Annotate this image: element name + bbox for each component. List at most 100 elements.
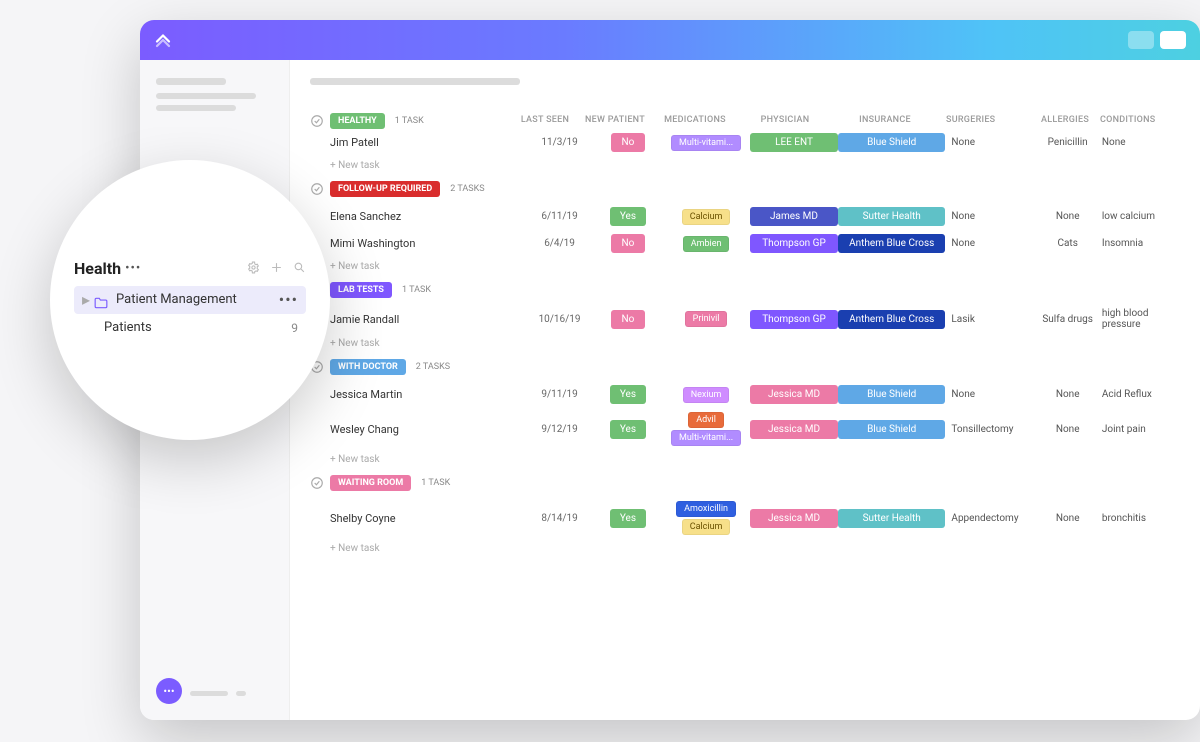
physician-pill[interactable]: Jessica MD bbox=[750, 385, 838, 404]
main-content: HEALTHY 1 TASK LAST SEENNEW PATIENTMEDICAT… bbox=[290, 60, 1200, 720]
cell-surgeries: Tonsillectomy bbox=[945, 424, 1033, 435]
cell-last-seen: 6/11/19 bbox=[525, 211, 593, 222]
chat-fab-button[interactable]: ••• bbox=[156, 678, 182, 704]
task-count: 1 TASK bbox=[421, 478, 450, 488]
task-count: 1 TASK bbox=[395, 116, 424, 126]
medication-tag[interactable]: Multi-vitami... bbox=[671, 430, 741, 446]
physician-pill[interactable]: Jessica MD bbox=[750, 509, 838, 528]
cell-allergies: None bbox=[1033, 424, 1101, 435]
sidebar-item-patient-management[interactable]: ▸ Patient Management ••• bbox=[74, 286, 306, 314]
placeholder bbox=[156, 93, 256, 99]
space-title[interactable]: Health bbox=[74, 259, 121, 278]
patient-name[interactable]: Jamie Randall bbox=[310, 313, 525, 326]
status-badge[interactable]: FOLLOW-UP REQUIRED bbox=[330, 181, 440, 197]
titlebar bbox=[140, 20, 1200, 60]
table-row[interactable]: Wesley Chang9/12/19YesAdvilMulti-vitami.… bbox=[310, 408, 1180, 450]
medication-tag[interactable]: Ambien bbox=[683, 236, 730, 252]
gear-icon[interactable] bbox=[247, 259, 260, 278]
medication-tag[interactable]: Calcium bbox=[682, 209, 731, 225]
table-row[interactable]: Jim Patell11/3/19NoMulti-vitami...LEE EN… bbox=[310, 129, 1180, 156]
insurance-pill[interactable]: Blue Shield bbox=[838, 385, 945, 404]
cell-allergies: Sulfa drugs bbox=[1033, 314, 1101, 325]
search-icon[interactable] bbox=[293, 259, 306, 278]
insurance-pill[interactable]: Sutter Health bbox=[838, 207, 945, 226]
new-patient-pill[interactable]: No bbox=[611, 133, 645, 152]
sidebar-item-patients[interactable]: Patients 9 bbox=[74, 314, 306, 342]
table-row[interactable]: Elena Sanchez6/11/19 Yes Calcium James MDSu… bbox=[310, 203, 1180, 230]
physician-pill[interactable]: Jessica MD bbox=[750, 420, 838, 439]
window-maximize-button[interactable] bbox=[1160, 31, 1186, 49]
patient-name[interactable]: Wesley Chang bbox=[310, 423, 525, 436]
patient-name[interactable]: Shelby Coyne bbox=[310, 512, 525, 525]
new-patient-pill[interactable]: Yes bbox=[610, 420, 646, 439]
new-task-button[interactable]: + New task bbox=[310, 454, 1180, 465]
status-badge[interactable]: LAB TESTS bbox=[330, 282, 392, 298]
status-badge[interactable]: HEALTHY bbox=[330, 113, 385, 129]
more-icon[interactable]: ••• bbox=[279, 290, 298, 309]
patient-name[interactable]: Jessica Martin bbox=[310, 388, 525, 401]
placeholder bbox=[190, 691, 246, 696]
cell-conditions: Insomnia bbox=[1102, 238, 1180, 249]
status-group: LAB TESTS 1 TASK Jamie Randall10/16/19 No Pr… bbox=[310, 282, 1180, 349]
cell-surgeries: Appendectomy bbox=[945, 513, 1033, 524]
new-patient-pill[interactable]: Yes bbox=[610, 385, 646, 404]
new-patient-pill[interactable]: No bbox=[611, 310, 645, 329]
cell-conditions: None bbox=[1102, 137, 1180, 148]
medication-tag[interactable]: Nexium bbox=[683, 387, 730, 403]
patient-name[interactable]: Jim Patell bbox=[310, 136, 525, 149]
cell-allergies: None bbox=[1033, 513, 1101, 524]
new-patient-pill[interactable]: No bbox=[611, 234, 645, 253]
medication-tag[interactable]: Advil bbox=[688, 412, 724, 428]
medication-tag[interactable]: Multi-vitami... bbox=[671, 135, 741, 151]
patient-name[interactable]: Mimi Washington bbox=[310, 237, 525, 250]
physician-pill[interactable]: Thompson GP bbox=[750, 310, 838, 329]
insurance-pill[interactable]: Sutter Health bbox=[838, 509, 945, 528]
insurance-pill[interactable]: Anthem Blue Cross bbox=[838, 234, 945, 253]
folder-icon bbox=[94, 294, 108, 306]
medication-tag[interactable]: Prinivil bbox=[685, 311, 728, 327]
insurance-pill[interactable]: Anthem Blue Cross bbox=[838, 310, 945, 329]
plus-icon[interactable] bbox=[270, 259, 283, 278]
app-logo-icon bbox=[154, 31, 172, 49]
new-patient-pill[interactable]: Yes bbox=[610, 509, 646, 528]
chevron-right-icon: ▸ bbox=[82, 290, 90, 309]
window-minimize-button[interactable] bbox=[1128, 31, 1154, 49]
status-badge[interactable]: WITH DOCTOR bbox=[330, 359, 406, 375]
list-label: Patients bbox=[104, 320, 152, 335]
collapse-icon[interactable] bbox=[310, 476, 324, 490]
cell-last-seen: 10/16/19 bbox=[525, 314, 593, 325]
column-headers: LAST SEENNEW PATIENTMEDICATIONSPHYSICIAN… bbox=[510, 115, 1180, 125]
medication-tag[interactable]: Amoxicillin bbox=[676, 501, 736, 517]
medication-tag[interactable]: Calcium bbox=[682, 519, 731, 535]
cell-medications: Prinivil bbox=[662, 311, 750, 327]
status-group: FOLLOW-UP REQUIRED2 TASKSElena Sanchez6/… bbox=[310, 181, 1180, 272]
new-task-button[interactable]: + New task bbox=[310, 543, 1180, 554]
table-row[interactable]: Jamie Randall10/16/19 No Prinivil Thompson … bbox=[310, 304, 1180, 334]
collapse-icon[interactable] bbox=[310, 114, 324, 128]
status-group: WAITING ROOM1 TASKShelby Coyne8/14/19Yes… bbox=[310, 475, 1180, 554]
task-count: 1 TASK bbox=[402, 285, 431, 295]
cell-allergies: Penicillin bbox=[1033, 137, 1101, 148]
table-row[interactable]: Shelby Coyne8/14/19YesAmoxicillinCalcium… bbox=[310, 497, 1180, 539]
table-row[interactable]: Jessica Martin9/11/19YesNexiumJessica MD… bbox=[310, 381, 1180, 408]
physician-pill[interactable]: Thompson GP bbox=[750, 234, 838, 253]
placeholder bbox=[310, 78, 520, 85]
new-task-button[interactable]: + New task bbox=[310, 160, 1180, 171]
more-icon[interactable]: ••• bbox=[125, 261, 141, 276]
physician-pill[interactable]: James MD bbox=[750, 207, 838, 226]
physician-pill[interactable]: LEE ENT bbox=[750, 133, 838, 152]
status-badge[interactable]: WAITING ROOM bbox=[330, 475, 411, 491]
new-task-button[interactable]: + New task bbox=[310, 338, 1180, 349]
list-count: 9 bbox=[291, 321, 298, 335]
new-task-button[interactable]: + New task bbox=[310, 261, 1180, 272]
table-row[interactable]: Mimi Washington6/4/19NoAmbienThompson GP… bbox=[310, 230, 1180, 257]
collapse-icon[interactable] bbox=[310, 182, 324, 196]
patient-name[interactable]: Elena Sanchez bbox=[310, 210, 525, 223]
insurance-pill[interactable]: Blue Shield bbox=[838, 420, 945, 439]
cell-medications: Ambien bbox=[662, 236, 750, 252]
status-group: HEALTHY 1 TASK LAST SEENNEW PATIENTMEDICAT… bbox=[310, 113, 1180, 171]
status-group: WITH DOCTOR2 TASKSJessica Martin9/11/19Y… bbox=[310, 359, 1180, 465]
insurance-pill[interactable]: Blue Shield bbox=[838, 133, 945, 152]
cell-allergies: Cats bbox=[1033, 238, 1101, 249]
new-patient-pill[interactable]: Yes bbox=[610, 207, 646, 226]
